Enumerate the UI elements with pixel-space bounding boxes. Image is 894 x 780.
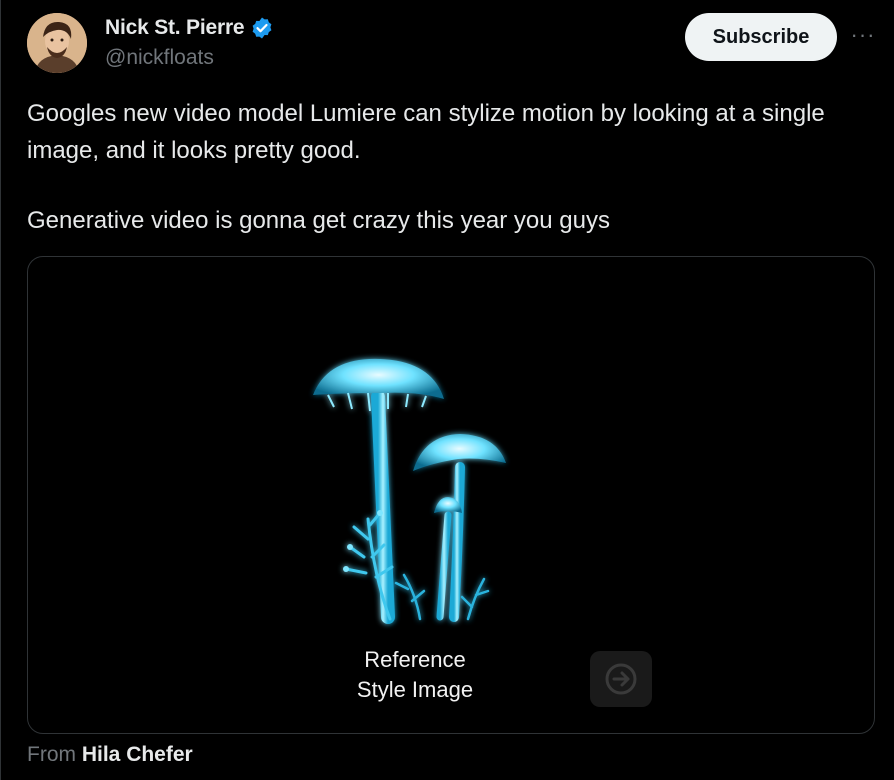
- media-attribution: From Hila Chefer: [27, 743, 193, 767]
- tweet-text: Googles new video model Lumiere can styl…: [27, 95, 867, 239]
- tweet-paragraph: Googles new video model Lumiere can styl…: [27, 100, 825, 164]
- subscribe-button[interactable]: Subscribe: [685, 13, 837, 61]
- attribution-source-link[interactable]: Hila Chefer: [82, 743, 193, 766]
- video-player[interactable]: Reference Style Image: [27, 256, 875, 734]
- arrow-right-icon: [605, 663, 637, 695]
- avatar-portrait-icon: [27, 13, 87, 73]
- author-name[interactable]: Nick St. Pierre: [105, 16, 245, 40]
- author-name-row[interactable]: Nick St. Pierre: [105, 16, 274, 40]
- more-options-icon[interactable]: ···: [849, 20, 877, 50]
- avatar[interactable]: [27, 13, 87, 73]
- verified-badge-icon[interactable]: [250, 16, 274, 40]
- attribution-prefix: From: [27, 743, 76, 766]
- tweet: Nick St. Pierre @nickfloats Subscribe ··…: [0, 0, 894, 780]
- caption-line: Reference: [364, 647, 466, 672]
- tweet-paragraph: Generative video is gonna get crazy this…: [27, 207, 610, 234]
- author-handle[interactable]: @nickfloats: [105, 46, 214, 70]
- media-caption: Reference Style Image: [312, 645, 518, 705]
- next-arrow-button[interactable]: [590, 651, 652, 707]
- caption-line: Style Image: [356, 677, 474, 702]
